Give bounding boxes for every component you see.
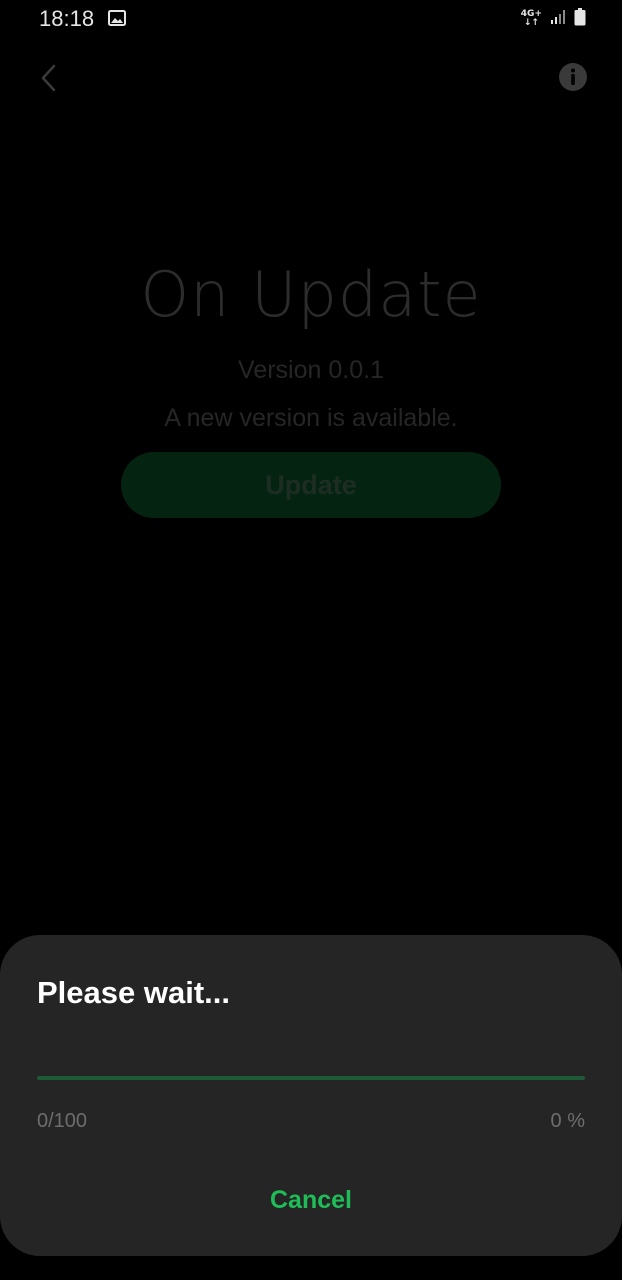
update-button[interactable]: Update [121,452,501,518]
availability-message: A new version is available. [164,404,458,432]
info-button[interactable] [554,60,592,98]
progress-percent: 0 % [550,1110,585,1132]
signal-icon [550,9,566,30]
network-type-icon: 4G+ ↓↑ [521,10,542,28]
gallery-icon [108,10,126,26]
cancel-button[interactable]: Cancel [211,1177,411,1223]
status-right-icons: 4G+ ↓↑ [521,7,586,31]
version-label: Version 0.0.1 [238,356,384,384]
chevron-left-icon [38,64,58,97]
progress-count: 0/100 [37,1110,88,1132]
progress-dialog: Please wait... 0/100 0 % Cancel [0,935,622,1256]
battery-icon [574,7,586,31]
status-time: 18:18 [39,6,95,31]
back-button[interactable] [30,60,66,100]
info-icon [558,62,588,97]
status-bar: 18:18 4G+ ↓↑ [0,0,622,40]
progress-bar [37,1076,585,1080]
dialog-title: Please wait... [37,975,230,1010]
page-title: On Update [140,258,482,331]
network-activity-label: ↓↑ [523,18,539,28]
